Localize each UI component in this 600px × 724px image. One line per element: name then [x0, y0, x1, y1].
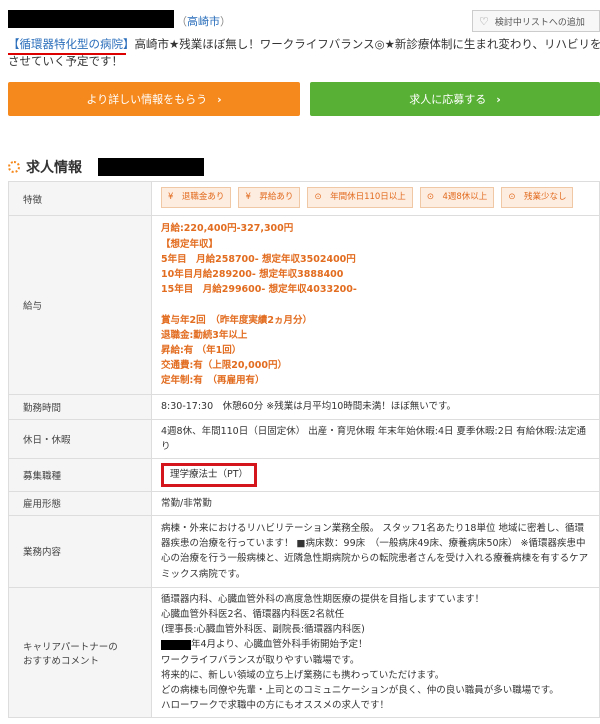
- row-label: 特徴: [8, 181, 152, 216]
- lead-text: 【循環器特化型の病院】高崎市★残業ほぼ無し！ワークライフバランス◎★新診療体制に…: [8, 36, 600, 55]
- redacted-year: [161, 639, 191, 650]
- comment-line: 循環器内科、心臓血管外科の高度急性期医療の提供を目指しますています！: [161, 593, 485, 605]
- salary-line: 月給:220,400円-327,300円: [161, 223, 294, 235]
- salary-line: 10年目月給289200- 想定年収3888400: [161, 268, 344, 280]
- salary-line: 【想定年収】: [161, 238, 219, 250]
- row-label: 休日・休暇: [8, 418, 152, 460]
- table-row: 業務内容 病棟・外来におけるリハビリテーション業務全般。 スタッフ1名あたり18…: [8, 514, 600, 588]
- table-row: 給与 月給:220,400円-327,300円 【想定年収】 5年目 月給258…: [8, 215, 600, 395]
- request-info-label: より詳しい情報をもらう: [86, 93, 208, 106]
- row-label: 募集職種: [8, 458, 152, 492]
- specialty-badge: 【循環器特化型の病院】: [8, 37, 135, 51]
- top-bar: （高崎市） ♡ 検討中リストへの追加: [0, 0, 600, 36]
- table-row: 休日・休暇 4週8休、年間110日（日固定休） 出産・育児休暇 年末年始休暇:4…: [8, 418, 600, 460]
- holidays-value: 4週8休、年間110日（日固定休） 出産・育児休暇 年末年始休暇:4日 夏季休暇…: [151, 418, 600, 460]
- job-type-cell: 理学療法士（PT）: [151, 458, 600, 492]
- comment-line: 年4月より、心臓血管外科手術開始予定！: [161, 637, 591, 652]
- apply-label: 求人に応募する: [409, 93, 487, 106]
- hours-value: 8:30-17:30 休憩60分 ※残業は月平均10時間未満！ほぼ無いです。: [151, 394, 600, 420]
- comment-line: 心臓血管外科医2名、循環器内科医2名就任: [161, 609, 345, 621]
- job-info-table: 特徴 ¥ 退職金あり ¥ 昇給あり ⊙ 年間休日110日以上 ⊙ 4週8休以上 …: [8, 181, 600, 719]
- section-title: 求人情報: [26, 160, 82, 176]
- table-row: キャリアパートナーの おすすめコメント 循環器内科、心臓血管外科の高度急性期医療…: [8, 586, 600, 719]
- row-label: 勤務時間: [8, 394, 152, 420]
- table-row: 募集職種 理学療法士（PT）: [8, 458, 600, 492]
- comment-line: ハローワークで求職中の方にもオススメの求人です！: [161, 700, 390, 712]
- employment-value: 常勤/非常勤: [151, 490, 600, 516]
- table-row: 雇用形態 常勤/非常勤: [8, 490, 600, 516]
- location-text[interactable]: 高崎市: [187, 15, 220, 28]
- request-info-button[interactable]: より詳しい情報をもらう ›: [8, 82, 300, 116]
- salary-line: 5年目 月給258700- 想定年収3502400円: [161, 253, 356, 265]
- section-header: 求人情報: [8, 157, 204, 177]
- salary-line: 賞与年2回 （昨年度実績2ヵ月分）: [161, 314, 312, 326]
- tag-4weeks: ⊙ 4週8休以上: [419, 186, 495, 209]
- tag-overtime: ⊙ 残業少なし: [501, 186, 574, 209]
- salary-line: [161, 297, 591, 312]
- salary-line: 昇給:有 （年1回）: [161, 345, 242, 356]
- chevron-right-icon: ›: [217, 92, 222, 106]
- salary-line: 15年目 月給299600- 想定年収4033200-: [161, 284, 357, 296]
- add-to-list-button[interactable]: ♡ 検討中リストへの追加: [472, 10, 600, 32]
- salary-line: 交通費:有（上限20,000円）: [161, 360, 287, 372]
- comment-line: 将来的に、新しい領域の立ち上げ業務にも携わっていただけます。: [161, 669, 445, 681]
- location-label: （高崎市）: [176, 15, 231, 28]
- tag-raise: ¥ 昇給あり: [238, 186, 301, 209]
- job-type-value: 理学療法士（PT）: [161, 463, 258, 487]
- duties-value: 病棟・外来におけるリハビリテーション業務全般。 スタッフ1名あたり18単位 地域…: [151, 514, 600, 588]
- tag-holidays: ⊙ 年間休日110日以上: [307, 186, 413, 209]
- comment-label-2: おすすめコメント: [23, 655, 100, 667]
- redacted-facility-name: [8, 10, 174, 28]
- row-label: 雇用形態: [8, 490, 152, 516]
- redacted-facility-name: [98, 158, 204, 176]
- chevron-right-icon: ›: [496, 92, 501, 106]
- salary-details: 月給:220,400円-327,300円 【想定年収】 5年目 月給258700…: [151, 215, 600, 395]
- features-tags: ¥ 退職金あり ¥ 昇給あり ⊙ 年間休日110日以上 ⊙ 4週8休以上 ⊙ 残…: [151, 181, 600, 216]
- row-label: 業務内容: [8, 514, 152, 588]
- salary-line: 退職金:勤続3年以上: [161, 329, 248, 341]
- apply-button[interactable]: 求人に応募する ›: [310, 82, 600, 116]
- table-row: 特徴 ¥ 退職金あり ¥ 昇給あり ⊙ 年間休日110日以上 ⊙ 4週8休以上 …: [8, 181, 600, 216]
- heart-icon: ♡: [479, 14, 489, 28]
- comment-value: 循環器内科、心臓血管外科の高度急性期医療の提供を目指しますています！ 心臓血管外…: [151, 586, 600, 719]
- section-dot-icon: [8, 161, 20, 173]
- row-label: 給与: [8, 215, 152, 395]
- lead-line-2: させていく予定です！: [8, 54, 123, 68]
- comment-label-1: キャリアパートナーの: [23, 641, 118, 653]
- comment-line: (理事長:心臓血管外科医、副院長:循環器内科医): [161, 624, 365, 636]
- salary-line: 定年制:有 （再雇用有）: [161, 375, 265, 387]
- comment-line: どの病棟も同僚や先輩・上司とのコミュニケーションが良く、仲の良い職員が多い職場で…: [161, 685, 559, 697]
- lead-line-1: 高崎市★残業ほぼ無し！ワークライフバランス◎★新診療体制に生まれ変わり、リハビリ…: [134, 37, 600, 51]
- tag-retirement: ¥ 退職金あり: [161, 186, 232, 209]
- table-row: 勤務時間 8:30-17:30 休憩60分 ※残業は月平均10時間未満！ほぼ無い…: [8, 394, 600, 420]
- row-label: キャリアパートナーの おすすめコメント: [8, 586, 152, 719]
- add-to-list-label: 検討中リストへの追加: [494, 17, 585, 28]
- comment-line: ワークライフバランスが取りやすい職場です。: [161, 654, 360, 666]
